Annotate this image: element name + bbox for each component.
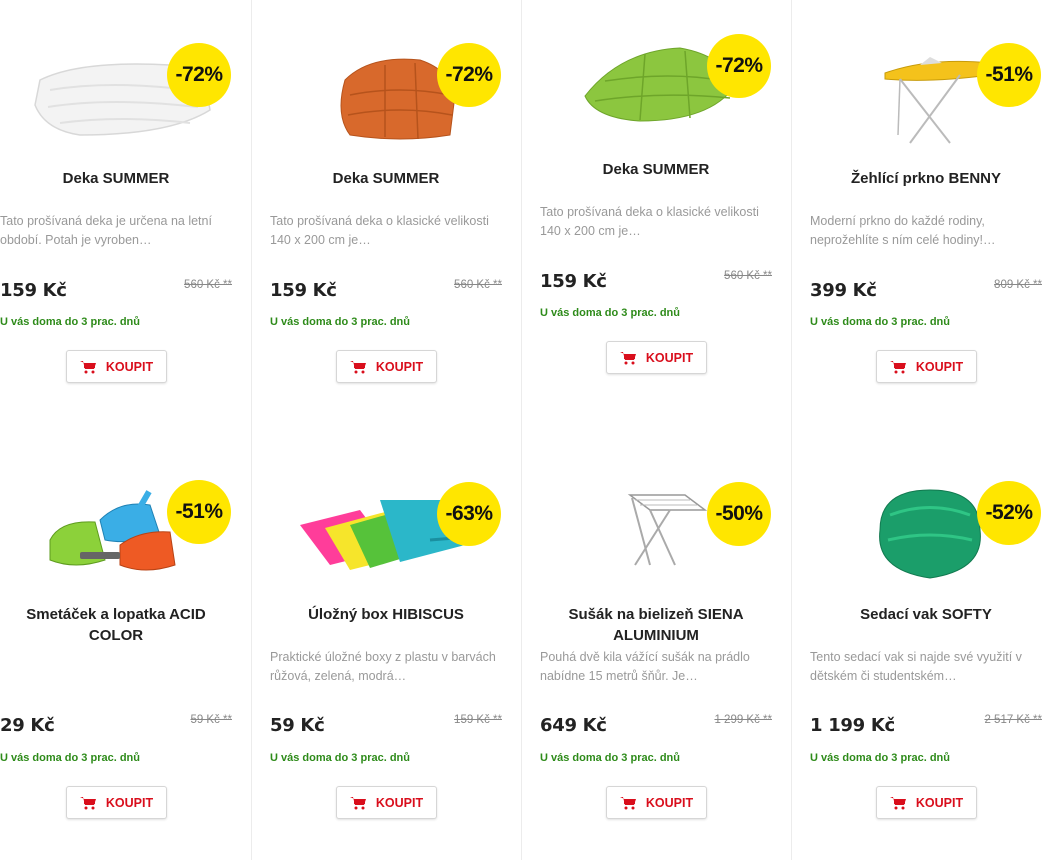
buy-button-label: KOUPIT <box>375 359 424 374</box>
buy-button[interactable]: KOUPIT <box>336 350 437 383</box>
cart-icon <box>619 796 636 810</box>
old-price: 59 Kč ** <box>190 714 232 726</box>
product-price: 59 Kč <box>270 715 325 736</box>
product-description: Moderní prkno do každé rodiny, neprožehlí… <box>810 214 996 247</box>
old-price: 560 Kč ** <box>184 279 232 291</box>
discount-badge: -72% <box>167 43 231 107</box>
cart-icon <box>889 796 906 810</box>
buy-button[interactable]: KOUPIT <box>876 350 977 383</box>
product-price: 1 199 Kč <box>810 715 895 736</box>
product-description: Tato prošívaná deka je určena na letní ob… <box>0 214 212 247</box>
product-price: 649 Kč <box>540 715 607 736</box>
discount-badge: -50% <box>707 482 771 546</box>
discount-badge: -51% <box>167 480 231 544</box>
buy-button-label: KOUPIT <box>645 795 694 810</box>
product-card[interactable]: -51% Žehlící prkno BENNY Moderní prkno d… <box>810 35 1057 435</box>
product-description: Tento sedací vak si najde své využití vd… <box>810 650 1022 683</box>
cart-icon <box>619 351 636 365</box>
product-title[interactable]: Deka SUMMER <box>0 168 232 189</box>
buy-button[interactable]: KOUPIT <box>606 341 707 374</box>
old-price: 560 Kč ** <box>454 279 502 291</box>
product-price: 399 Kč <box>810 280 877 301</box>
discount-badge: -72% <box>707 34 771 98</box>
product-card[interactable]: -50% Sušák na bielizeň SIENA ALUMINIUM P… <box>540 470 810 860</box>
product-title[interactable]: Sedací vak SOFTY <box>810 604 1042 625</box>
delivery-info: U vás doma do 3 prac. dnů <box>810 752 950 764</box>
buy-button-label: KOUPIT <box>105 359 154 374</box>
delivery-info: U vás doma do 3 prac. dnů <box>270 316 410 328</box>
buy-button-label: KOUPIT <box>105 795 154 810</box>
product-price: 159 Kč <box>0 280 67 301</box>
buy-button[interactable]: KOUPIT <box>606 786 707 819</box>
product-card[interactable]: -52% Sedací vak SOFTY Tento sedací vak s… <box>810 470 1057 860</box>
buy-button[interactable]: KOUPIT <box>876 786 977 819</box>
buy-button-label: KOUPIT <box>915 359 964 374</box>
old-price: 809 Kč ** <box>994 279 1042 291</box>
product-title[interactable]: Žehlící prkno BENNY <box>810 168 1042 189</box>
product-description: Tato prošívaná deka o klasické velikosti… <box>270 214 489 247</box>
product-card[interactable]: -63% Úložný box HIBISCUS Praktické úložn… <box>270 470 540 860</box>
cart-icon <box>889 360 906 374</box>
product-title[interactable]: Deka SUMMER <box>540 159 772 180</box>
old-price: 560 Kč ** <box>724 270 772 282</box>
cart-icon <box>349 360 366 374</box>
old-price: 159 Kč ** <box>454 714 502 726</box>
product-card[interactable]: -72% Deka SUMMER Tato prošívaná deka o k… <box>540 26 810 426</box>
product-card[interactable]: -72% Deka SUMMER Tato prošívaná deka je … <box>0 35 270 435</box>
product-card[interactable]: -72% Deka SUMMER Tato prošívaná deka o k… <box>270 35 540 435</box>
delivery-info: U vás doma do 3 prac. dnů <box>540 307 680 319</box>
cart-icon <box>79 796 96 810</box>
product-description: Pouhá dvě kila vážící sušák na prádlo nab… <box>540 650 750 683</box>
buy-button-label: KOUPIT <box>915 795 964 810</box>
discount-badge: -51% <box>977 43 1041 107</box>
product-title[interactable]: Smetáček a lopatka ACID COLOR <box>0 604 232 646</box>
product-card[interactable]: -51% Smetáček a lopatka ACID COLOR 29 Kč… <box>0 470 270 860</box>
buy-button-label: KOUPIT <box>375 795 424 810</box>
product-description: Tato prošívaná deka o klasické velikosti… <box>540 205 759 238</box>
product-price: 159 Kč <box>270 280 337 301</box>
product-description: Praktické úložné boxy z plastu v barvách… <box>270 650 496 683</box>
buy-button[interactable]: KOUPIT <box>66 786 167 819</box>
discount-badge: -72% <box>437 43 501 107</box>
delivery-info: U vás doma do 3 prac. dnů <box>0 316 140 328</box>
delivery-info: U vás doma do 3 prac. dnů <box>0 752 140 764</box>
product-price: 159 Kč <box>540 271 607 292</box>
delivery-info: U vás doma do 3 prac. dnů <box>810 316 950 328</box>
old-price: 2 517 Kč ** <box>984 714 1042 726</box>
discount-badge: -52% <box>977 481 1041 545</box>
discount-badge: -63% <box>437 482 501 546</box>
cart-icon <box>79 360 96 374</box>
delivery-info: U vás doma do 3 prac. dnů <box>540 752 680 764</box>
product-title[interactable]: Deka SUMMER <box>270 168 502 189</box>
product-price: 29 Kč <box>0 715 55 736</box>
cart-icon <box>349 796 366 810</box>
buy-button[interactable]: KOUPIT <box>336 786 437 819</box>
old-price: 1 299 Kč ** <box>714 714 772 726</box>
buy-button-label: KOUPIT <box>645 350 694 365</box>
product-title[interactable]: Úložný box HIBISCUS <box>270 604 502 625</box>
buy-button[interactable]: KOUPIT <box>66 350 167 383</box>
product-title[interactable]: Sušák na bielizeň SIENA ALUMINIUM <box>540 604 772 646</box>
delivery-info: U vás doma do 3 prac. dnů <box>270 752 410 764</box>
